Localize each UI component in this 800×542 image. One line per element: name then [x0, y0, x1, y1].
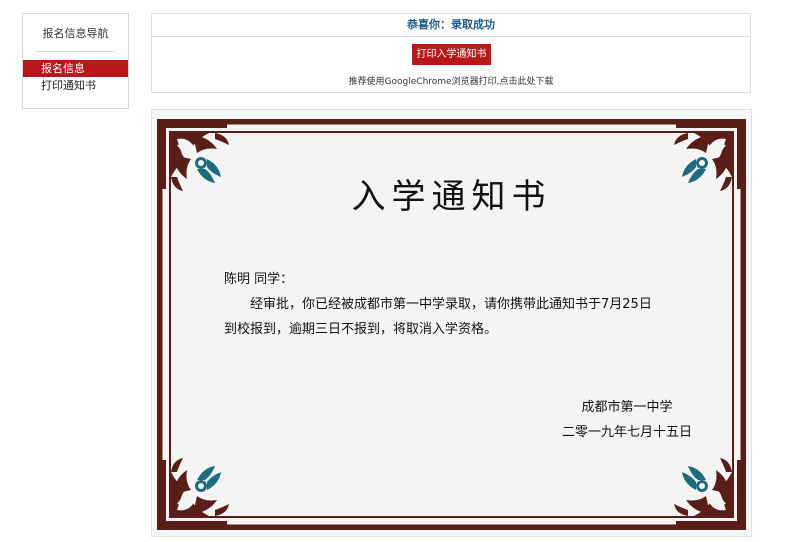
sidebar-title: 报名信息导航	[42, 27, 109, 40]
certificate-body: 陈明 同学： 经审批，你已经被成都市第一中学录取，请你携带此通知书于7月25日到…	[224, 267, 664, 342]
sidebar-divider	[35, 51, 116, 52]
sidebar-item-registration-info[interactable]: 报名信息	[23, 60, 128, 77]
sidebar-nav: 报名信息导航 报名信息 打印通知书	[22, 13, 129, 109]
student-salutation: 陈明 同学：	[224, 272, 294, 287]
certificate-signature: 成都市第一中学 二零一九年七月十五日	[552, 395, 702, 445]
admission-result-panel: 恭喜你：录取成功 打印入学通知书 推荐使用GoogleChrome浏览器打印,点…	[151, 13, 751, 93]
admission-certificate: 入学通知书 陈明 同学： 经审批，你已经被成都市第一中学录取，请你携带此通知书于…	[151, 109, 752, 537]
certificate-frame: 入学通知书 陈明 同学： 经审批，你已经被成都市第一中学录取，请你携带此通知书于…	[157, 119, 746, 530]
browser-download-tip-link[interactable]: 推荐使用GoogleChrome浏览器打印,点击此处下载	[152, 74, 750, 87]
school-name: 成都市第一中学	[581, 400, 673, 415]
admission-notice-text: 经审批，你已经被成都市第一中学录取，请你携带此通知书于7月25日到校报到，逾期三…	[224, 297, 652, 337]
admission-status-header: 恭喜你：录取成功	[152, 14, 750, 37]
print-notice-button[interactable]: 打印入学通知书	[412, 44, 491, 65]
sidebar-item-print-notice[interactable]: 打印通知书	[23, 77, 128, 94]
certificate-title: 入学通知书	[351, 177, 552, 217]
issue-date: 二零一九年七月十五日	[561, 425, 692, 440]
